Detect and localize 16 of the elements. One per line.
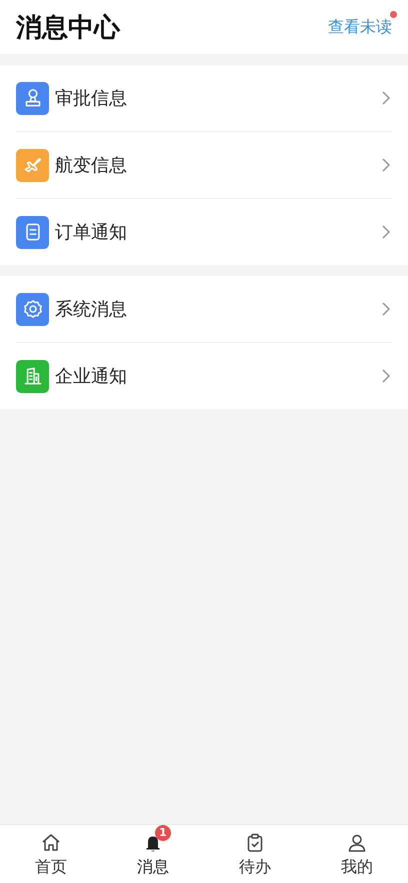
chevron-icon	[380, 90, 392, 106]
menu-item[interactable]: 航变信息	[55, 153, 380, 177]
page-title: 消息中心	[16, 12, 120, 44]
tab[interactable]: 我的	[306, 825, 408, 883]
chevron-icon	[380, 157, 392, 173]
tab[interactable]: 待办	[204, 825, 306, 883]
chevron-icon	[380, 224, 392, 240]
tab[interactable]: 1 消息	[102, 825, 204, 883]
menu-item[interactable]: 系统消息	[55, 297, 380, 321]
count-badge: 1	[155, 824, 171, 840]
menu-item[interactable]: 订单通知	[55, 220, 380, 244]
chevron-icon	[380, 368, 392, 384]
tab[interactable]: 首页	[0, 825, 102, 883]
chevron-icon	[380, 301, 392, 317]
menu-item[interactable]: 企业通知	[55, 364, 380, 388]
menu-item[interactable]: 审批信息	[55, 86, 380, 110]
